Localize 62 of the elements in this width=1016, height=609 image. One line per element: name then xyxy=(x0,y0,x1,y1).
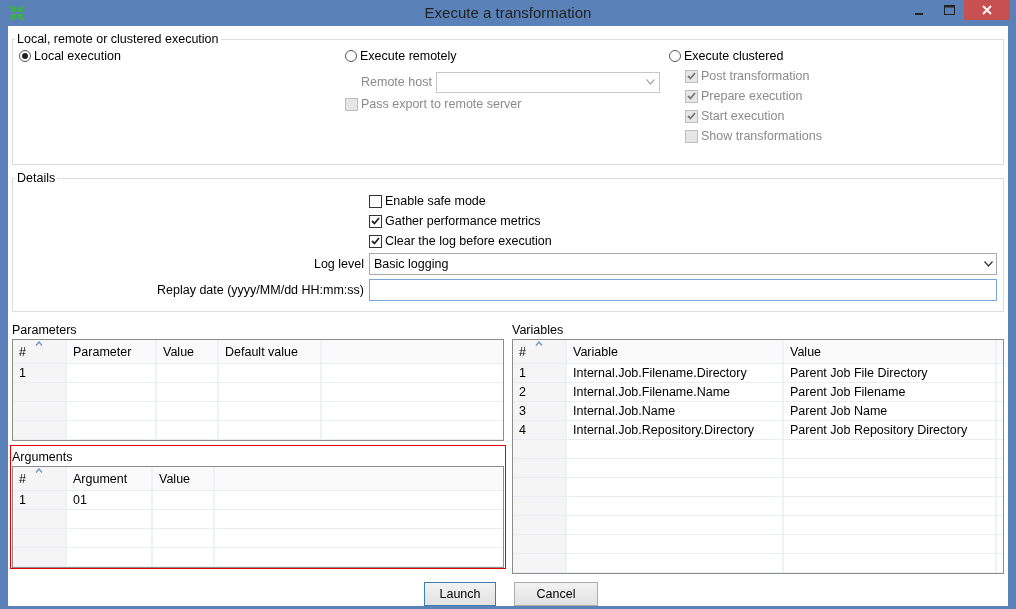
close-icon xyxy=(982,5,992,15)
arrows-icon xyxy=(9,5,25,21)
column-header[interactable]: Value xyxy=(784,340,997,363)
maximize-icon xyxy=(943,5,955,15)
field-label: Remote host xyxy=(361,75,432,89)
table-cell: Parent Job Repository Directory xyxy=(784,421,997,439)
table-cell: Internal.Job.Repository.Directory xyxy=(567,421,784,439)
checkbox[interactable] xyxy=(369,234,382,248)
column-header[interactable]: Default value xyxy=(219,340,322,363)
column-header[interactable]: # xyxy=(13,467,67,490)
checkbox[interactable] xyxy=(369,214,382,228)
radio-button[interactable] xyxy=(345,50,357,62)
radio-button[interactable] xyxy=(19,50,31,62)
table-cell: 01 xyxy=(67,491,153,509)
column-header[interactable]: Argument xyxy=(67,467,153,490)
minimize-icon xyxy=(915,13,923,15)
caret-icon xyxy=(983,261,993,267)
row-number-cell: 1 xyxy=(513,364,567,382)
radio-label: Execute remotely xyxy=(360,49,457,63)
field-label: Log level xyxy=(313,257,364,271)
column-header[interactable]: Variable xyxy=(567,340,784,363)
radio-button[interactable] xyxy=(669,50,681,62)
dialog-button[interactable]: Cancel xyxy=(514,582,598,606)
section-title: Parameters xyxy=(12,322,78,339)
table-cell: Parent Job Filename xyxy=(784,383,997,401)
checkbox-label: Post transformation xyxy=(701,69,810,83)
column-header[interactable]: Value xyxy=(153,467,215,490)
group-title: Details xyxy=(16,171,57,185)
row-number-cell: 1 xyxy=(13,491,67,509)
checkbox-label: Prepare execution xyxy=(701,89,803,103)
checkbox-label: Show transformations xyxy=(701,129,822,143)
checkbox[interactable] xyxy=(369,194,382,208)
column-header[interactable]: # xyxy=(13,340,67,363)
checkbox-label: Gather performance metrics xyxy=(385,214,541,228)
section-title: Variables xyxy=(512,322,565,339)
radio-label: Local execution xyxy=(34,49,121,63)
row-number-cell: 2 xyxy=(513,383,567,401)
row-number-cell: 1 xyxy=(13,364,67,382)
checkbox-label: Enable safe mode xyxy=(385,194,486,208)
section-title: Arguments xyxy=(12,449,74,466)
column-header[interactable]: Parameter xyxy=(67,340,157,363)
window-title: Execute a transformation xyxy=(424,4,592,21)
table-cell: Internal.Job.Filename.Name xyxy=(567,383,784,401)
close-button[interactable] xyxy=(964,0,1010,20)
column-header[interactable]: # xyxy=(513,340,567,363)
table-cell: Parent Job File Directory xyxy=(784,364,997,382)
row-number-cell: 3 xyxy=(513,402,567,420)
column-header[interactable]: Value xyxy=(157,340,219,363)
input-field[interactable] xyxy=(369,279,997,301)
caret-icon xyxy=(646,79,656,85)
group-title: Local, remote or clustered execution xyxy=(16,32,220,46)
field-label: Replay date (yyyy/MM/dd HH:mm:ss) xyxy=(157,283,364,297)
table-cell: Parent Job Name xyxy=(784,402,997,420)
table-cell: Internal.Job.Name xyxy=(567,402,784,420)
row-number-cell: 4 xyxy=(513,421,567,439)
checkbox-label: Pass export to remote server xyxy=(361,97,522,111)
log-level-dropdown[interactable]: Basic logging xyxy=(369,253,997,275)
dialog-button[interactable]: Launch xyxy=(424,582,496,606)
table-cell: Internal.Job.Filename.Directory xyxy=(567,364,784,382)
checkbox-label: Start execution xyxy=(701,109,785,123)
radio-label: Execute clustered xyxy=(684,49,784,63)
checkbox-label: Clear the log before execution xyxy=(385,234,552,248)
